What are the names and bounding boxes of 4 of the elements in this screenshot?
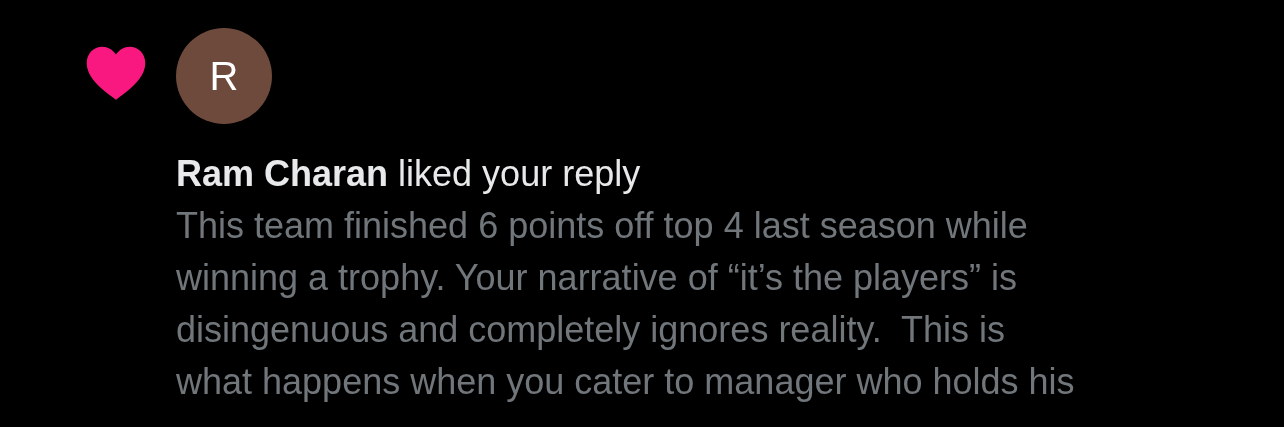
notification-headline: Ram Charan liked your reply: [176, 152, 642, 196]
reply-text: This team finished 6 points off top 4 last season while winning a trophy. Your narrative of “it’s the players” is disingenuous and completely ignores reality. This is what happens when you cater to manager who holds his: [176, 204, 1076, 404]
heart-icon: [85, 45, 147, 101]
avatar[interactable]: R: [176, 28, 272, 124]
